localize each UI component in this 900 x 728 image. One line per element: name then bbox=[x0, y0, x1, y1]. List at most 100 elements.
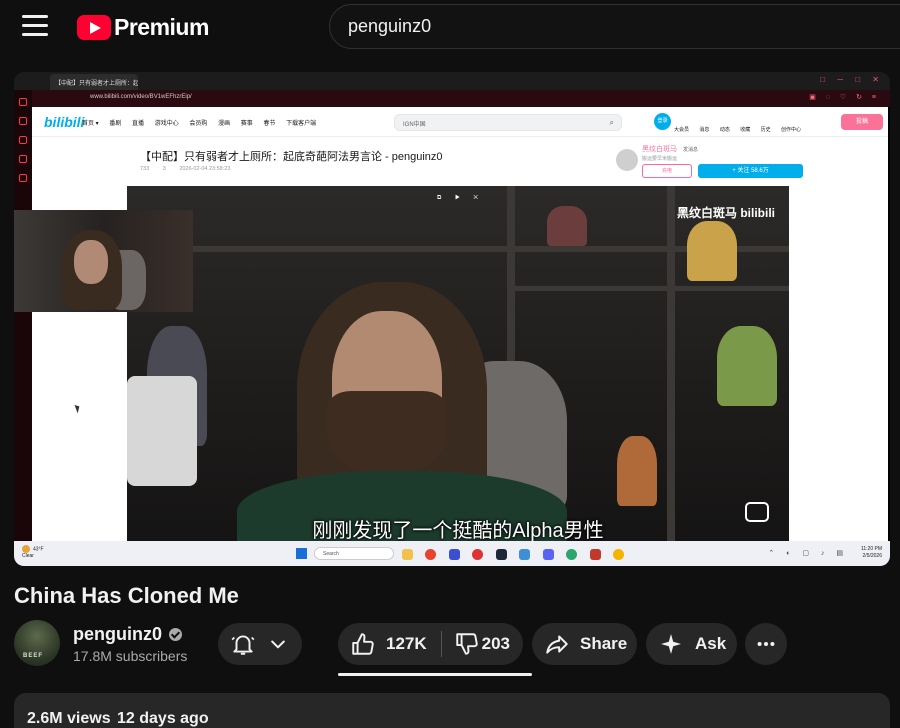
bilibili-header: bilibili 首页 ▾ 番剧 直播 游戏中心 会员购 漫画 赛事 春节 下载… bbox=[32, 107, 888, 137]
ask-label: Ask bbox=[695, 634, 727, 653]
figurine bbox=[687, 221, 737, 281]
video-player[interactable]: 【中配】只有弱者才上厕所：起 □ ─ □ ✕ www.bilibili.com/… bbox=[14, 72, 890, 566]
bilibili-search-placeholder: IGN中国 bbox=[403, 122, 426, 128]
bilibili-page: bilibili 首页 ▾ 番剧 直播 游戏中心 会员购 漫画 赛事 春节 下载… bbox=[32, 107, 888, 548]
bilibili-comments: 3 bbox=[162, 166, 166, 172]
taskbar-apps bbox=[402, 547, 632, 565]
figurine bbox=[547, 206, 587, 246]
logo-text: Premium bbox=[114, 14, 209, 40]
bilibili-login: 登录 bbox=[654, 113, 671, 130]
mouse-cursor-icon bbox=[74, 403, 82, 414]
weather-moon-icon bbox=[22, 545, 30, 553]
bilibili-upload-button: 投稿 bbox=[841, 114, 883, 130]
share-icon bbox=[546, 635, 568, 654]
bilibili-nav-item: 下载客户端 bbox=[286, 121, 317, 127]
video-subtitle: 刚刚发现了一个挺酷的Alpha男性 bbox=[312, 520, 604, 542]
system-tray-icons: ⌃ ◐ ▢ ♪ ▤ bbox=[768, 550, 848, 557]
browser-tabbar: 【中配】只有弱者才上厕所：起 □ ─ □ ✕ bbox=[14, 72, 890, 90]
taskbar-time: 11:20 PM bbox=[860, 546, 882, 552]
bilibili-nav-item: 会员购 bbox=[189, 121, 208, 127]
figurine bbox=[617, 436, 657, 506]
bilibili-views: 733 bbox=[140, 166, 150, 172]
taskbar-weather-text: Clear bbox=[22, 553, 34, 560]
share-label: Share bbox=[580, 634, 628, 653]
view-count: 2.6M views bbox=[27, 710, 111, 727]
bilibili-right-item: 创作中心 bbox=[781, 127, 802, 133]
bilibili-right-item: 大会员 bbox=[674, 127, 690, 133]
bilibili-watermark: 黑纹白斑马 bilibili bbox=[677, 206, 775, 220]
opera-icon bbox=[425, 549, 437, 560]
search-input[interactable]: penguinz0 bbox=[329, 4, 900, 49]
discord-icon bbox=[542, 549, 554, 560]
sidebar-app-icon bbox=[19, 98, 27, 106]
taskbar-search: Search bbox=[314, 547, 394, 560]
bilibili-nav-item: 漫画 bbox=[218, 121, 231, 127]
bilibili-uploader-avatar bbox=[616, 149, 638, 171]
bilibili-player-controls: ⧉ ▶ ✕ bbox=[437, 195, 484, 201]
search-value: penguinz0 bbox=[348, 16, 432, 36]
notification-button[interactable] bbox=[218, 623, 302, 665]
like-progress-bar bbox=[338, 673, 532, 676]
bilibili-right-item: 历史 bbox=[760, 127, 771, 133]
bilibili-nav-item: 游戏中心 bbox=[154, 121, 179, 127]
chevron-down-icon bbox=[271, 640, 285, 649]
bilibili-right-nav: 大会员 消息 动态 收藏 历史 创作中心 bbox=[674, 126, 810, 133]
shelf bbox=[667, 186, 675, 544]
app-icon bbox=[589, 549, 601, 560]
upload-age: 12 days ago bbox=[117, 710, 209, 727]
like-button[interactable]: 127K bbox=[338, 631, 441, 657]
bilibili-logo: bilibili bbox=[44, 114, 85, 130]
bilibili-nav: 首页 ▾ 番剧 直播 游戏中心 会员购 漫画 赛事 春节 下载客户端 bbox=[82, 118, 325, 127]
bell-icon bbox=[231, 635, 255, 655]
cast-icon bbox=[745, 502, 769, 522]
bilibili-nav-item: 直播 bbox=[132, 121, 145, 127]
description-box[interactable]: 2.6M views 12 days ago bbox=[14, 693, 890, 728]
bilibili-uploader-name: 黑纹白斑马 bbox=[642, 146, 677, 153]
taskbar-temp: 43°F bbox=[33, 546, 44, 553]
shelf bbox=[507, 286, 789, 291]
dislike-count: 203 bbox=[481, 634, 511, 653]
browser-url: www.bilibili.com/video/BV1wEFhzrEip/ bbox=[90, 94, 192, 100]
streamer-beard bbox=[327, 391, 447, 476]
windows-taskbar: 43°F Clear Search ⌃ ◐ ▢ ♪ ▤ 11:20 PM 2/5… bbox=[14, 541, 890, 566]
bilibili-uploader-desc: 搬运要早米搬运 bbox=[642, 156, 678, 162]
more-actions-button[interactable] bbox=[745, 623, 787, 665]
bilibili-date: 2026-02-04 23:58:23 bbox=[179, 166, 231, 172]
vegas-icon bbox=[448, 549, 460, 560]
avatar-text: BEEF bbox=[23, 653, 44, 659]
menu-icon[interactable] bbox=[22, 15, 48, 39]
bilibili-video-frame: ⧉ ▶ ✕ 黑纹白斑马 bilibili 刚刚发现了一个挺酷的Alpha男性 bbox=[127, 186, 789, 544]
sidebar-app-icon bbox=[19, 174, 27, 182]
chrome-icon bbox=[613, 549, 625, 560]
top-bar: Premium penguinz0 bbox=[0, 0, 900, 56]
video-title: China Has Cloned Me bbox=[14, 583, 239, 608]
like-dislike-group: 127K 203 bbox=[338, 623, 523, 665]
bilibili-nav-item: 春节 bbox=[263, 121, 276, 127]
bilibili-search-icon: ⌕ bbox=[609, 118, 614, 127]
share-button[interactable]: Share bbox=[532, 623, 637, 665]
ask-button[interactable]: Ask bbox=[646, 623, 737, 665]
webcam-overlay bbox=[14, 210, 193, 312]
channel-name[interactable]: penguinz0 bbox=[73, 624, 182, 645]
webcam-face bbox=[74, 240, 108, 284]
bilibili-right-item: 收藏 bbox=[740, 127, 751, 133]
browser-tab: 【中配】只有弱者才上厕所：起 bbox=[50, 74, 138, 90]
youtube-play-icon bbox=[77, 15, 111, 40]
youtube-premium-logo[interactable]: Premium bbox=[77, 14, 209, 41]
app-icon bbox=[566, 549, 578, 560]
like-count: 127K bbox=[386, 634, 427, 653]
bilibili-nav-item: 赛事 bbox=[240, 121, 253, 127]
dislike-button[interactable]: 203 bbox=[442, 631, 510, 657]
taskbar-weather: 43°F Clear bbox=[22, 545, 44, 560]
figurine bbox=[717, 326, 777, 406]
bilibili-charge-button: 充电 bbox=[642, 164, 692, 178]
bilibili-uploader: 黑纹白斑马 发消息 bbox=[642, 144, 698, 154]
subscriber-count: 17.8M subscribers bbox=[73, 648, 188, 664]
bilibili-right-item: 动态 bbox=[719, 127, 730, 133]
channel-avatar[interactable]: BEEF bbox=[14, 620, 60, 666]
bilibili-video-meta: 733 3 2026-02-04 23:58:23 bbox=[140, 166, 242, 172]
more-horizontal-icon bbox=[757, 641, 775, 647]
steam-icon bbox=[495, 549, 507, 560]
taskbar-clock: 11:20 PM 2/5/2026 bbox=[861, 546, 882, 560]
channel-name-text[interactable]: penguinz0 bbox=[73, 624, 162, 645]
